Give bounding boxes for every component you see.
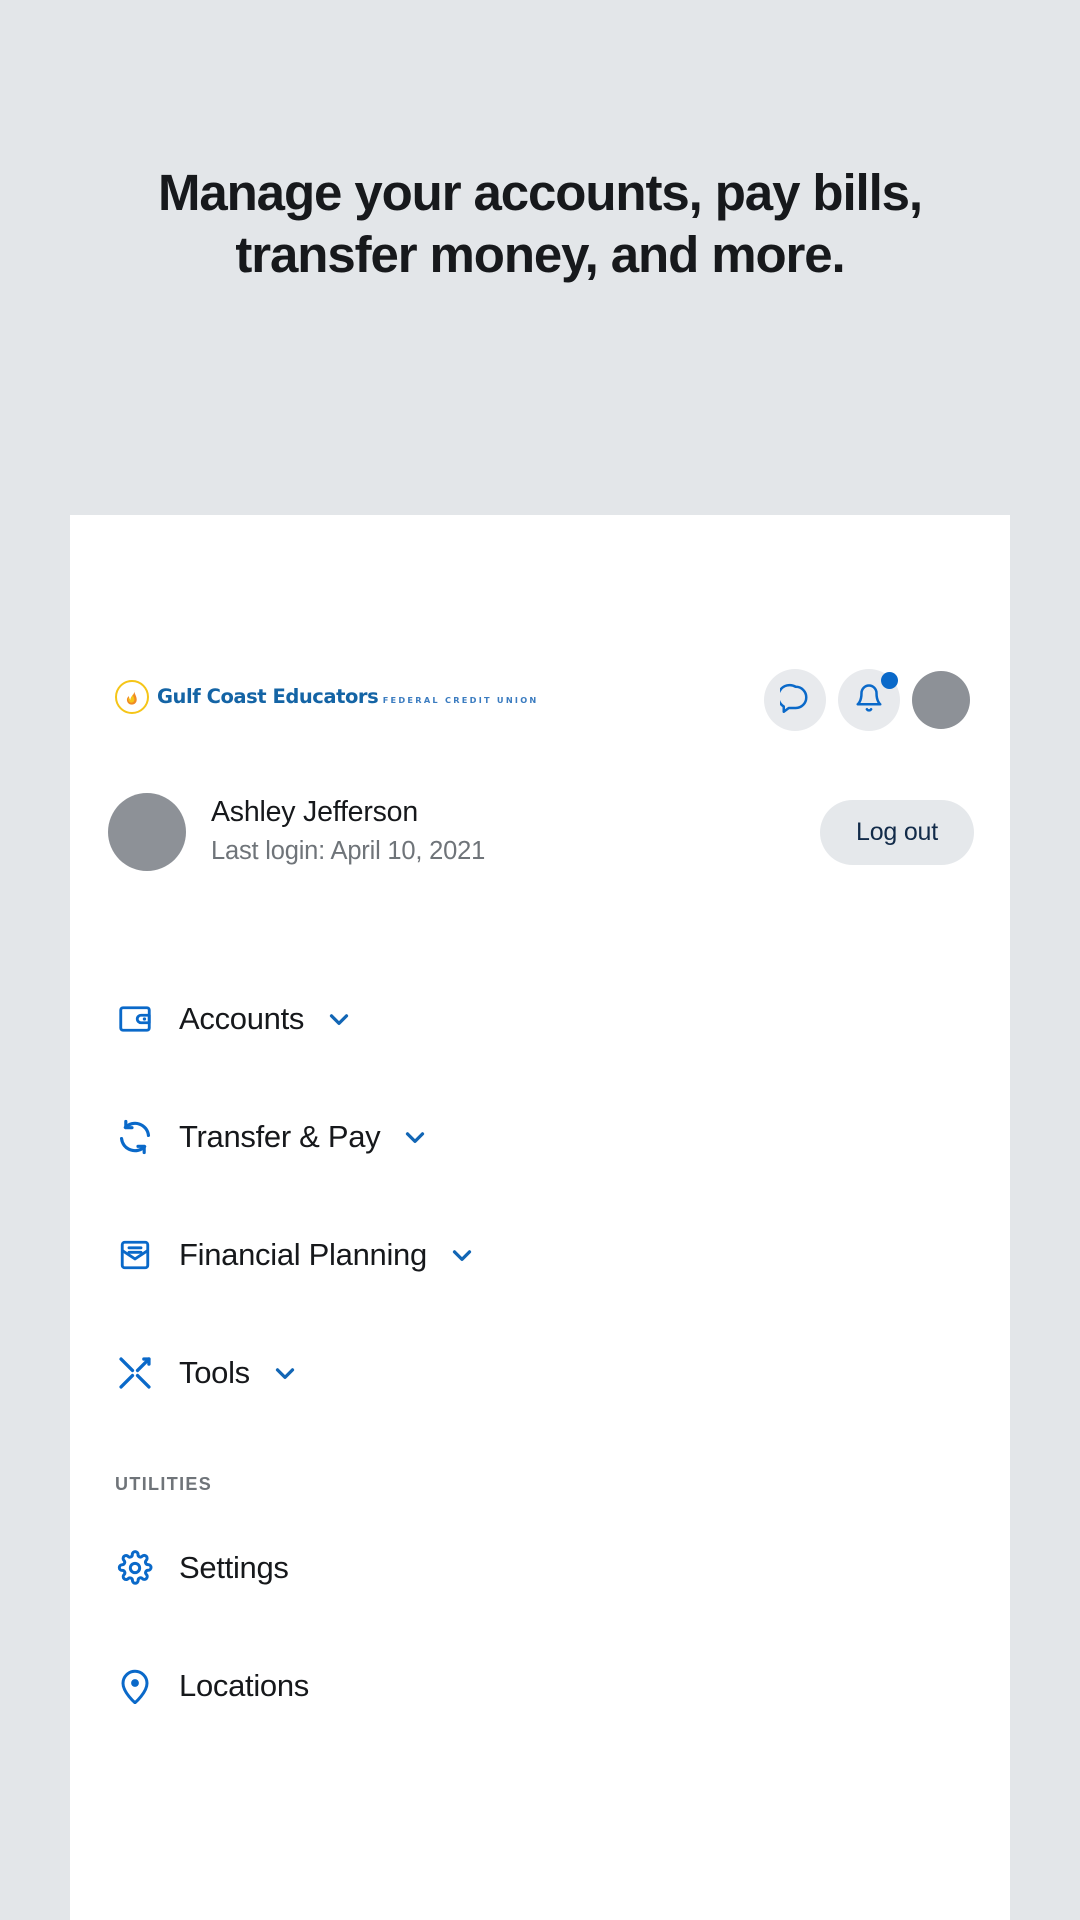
notifications-button[interactable] <box>838 669 900 731</box>
brand-name: Gulf Coast Educators <box>157 685 379 708</box>
sidebar-item-label: Financial Planning <box>179 1237 427 1272</box>
notification-badge-dot <box>881 672 898 689</box>
chat-bubble-icon <box>776 683 810 718</box>
app-topbar: Gulf Coast Educators FEDERAL CREDIT UNIO… <box>70 665 1010 745</box>
flame-icon <box>115 680 149 714</box>
sidebar-item-tools[interactable]: Tools <box>70 1314 1010 1432</box>
chevron-down-icon[interactable] <box>324 1004 354 1034</box>
profile-name: Ashley Jefferson <box>211 796 418 829</box>
profile-avatar[interactable] <box>108 793 186 871</box>
last-login-text: Last login: April 10, 2021 <box>211 837 486 866</box>
sidebar-item-locations[interactable]: Locations <box>70 1627 1010 1745</box>
sidebar-item-label: Settings <box>179 1550 289 1585</box>
sidebar-item-label: Tools <box>179 1355 250 1390</box>
page-title-line-1: Manage your accounts, pay bills, <box>157 164 923 221</box>
chevron-down-icon[interactable] <box>447 1240 477 1270</box>
bell-icon <box>854 683 884 718</box>
brand-subtitle: FEDERAL CREDIT UNION <box>382 695 539 705</box>
messages-button[interactable] <box>764 669 826 731</box>
utilities-section-label: UTILITIES <box>115 1474 213 1494</box>
transfer-icon <box>113 1115 157 1159</box>
wallet-icon <box>113 997 157 1041</box>
avatar[interactable] <box>912 671 970 729</box>
brand-logo[interactable]: Gulf Coast Educators FEDERAL CREDIT UNIO… <box>115 680 539 714</box>
gear-icon <box>113 1546 157 1590</box>
profile-row: Ashley Jefferson Last login: April 10, 2… <box>70 787 1010 877</box>
sidebar-item-settings[interactable]: Settings <box>70 1509 1010 1627</box>
sidebar-item-label: Transfer & Pay <box>179 1119 381 1154</box>
sidebar-item-financial-planning[interactable]: Financial Planning <box>70 1196 1010 1314</box>
topbar-actions <box>764 669 970 731</box>
sidebar-item-label: Accounts <box>179 1001 305 1036</box>
brand-text: Gulf Coast Educators FEDERAL CREDIT UNIO… <box>157 687 539 707</box>
sidebar-item-transfer-and-pay[interactable]: Transfer & Pay <box>70 1078 1010 1196</box>
sidebar-item-label: Locations <box>179 1668 310 1703</box>
page-title-line-2: transfer money, and more. <box>235 226 845 283</box>
profile-meta: Ashley Jefferson Last login: April 10, 2… <box>211 795 820 869</box>
sidebar-nav: Accounts Transfer & Pay Financial Planni… <box>70 960 1010 1745</box>
logout-button[interactable]: Log out <box>819 799 974 865</box>
tools-icon <box>113 1351 157 1395</box>
chevron-down-icon[interactable] <box>400 1122 430 1152</box>
sidebar-item-accounts[interactable]: Accounts <box>70 960 1010 1078</box>
page-title: Manage your accounts, pay bills, transfe… <box>0 162 1080 286</box>
envelope-icon <box>113 1233 157 1277</box>
chevron-down-icon[interactable] <box>270 1358 300 1388</box>
app-screenshot-card: Gulf Coast Educators FEDERAL CREDIT UNIO… <box>70 515 1010 1920</box>
map-pin-icon <box>113 1664 157 1708</box>
